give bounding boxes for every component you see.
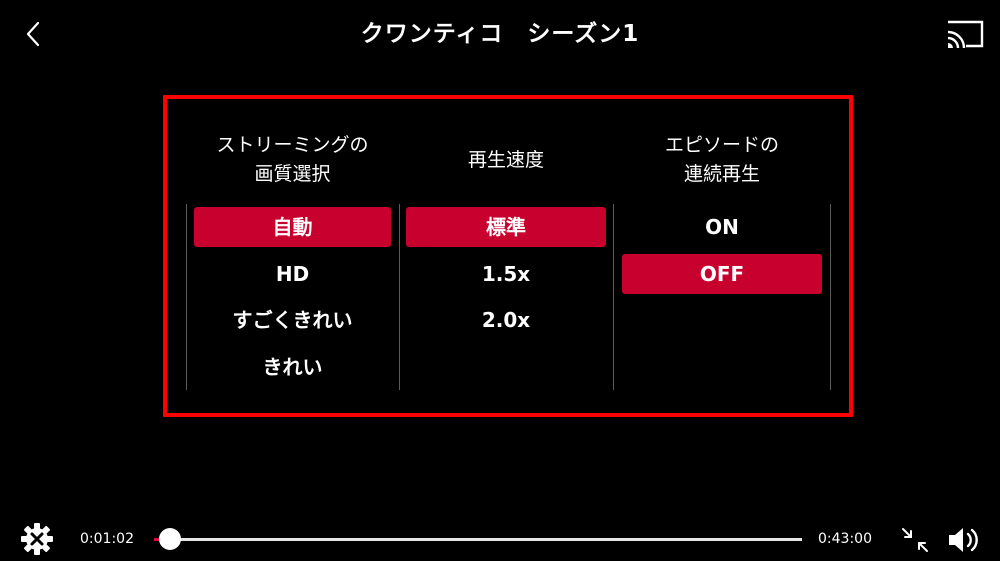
exit-fullscreen-icon: [902, 528, 928, 552]
speed-header: 再生速度: [467, 149, 544, 171]
cast-button[interactable]: [944, 14, 988, 54]
video-player-screen: クワンティコ シーズン1 ストリーミングの 画質選択 自動 HD すごくきれい きれい…: [0, 0, 1000, 561]
autoplay-option[interactable]: ON: [622, 207, 822, 247]
settings-close-button[interactable]: [20, 522, 54, 556]
autoplay-column: エピソードの 連続再生 ON OFF: [614, 99, 830, 413]
page-title: クワンティコ シーズン1: [360, 21, 640, 47]
speed-option[interactable]: 2.0x: [406, 300, 606, 340]
autoplay-header: エピソードの 連続再生: [664, 134, 779, 185]
quality-header: ストリーミングの 画質選択: [216, 134, 369, 185]
quality-option[interactable]: 自動: [194, 207, 391, 247]
divider: [830, 204, 831, 390]
gear-close-icon: [21, 523, 53, 555]
playback-settings-panel: ストリーミングの 画質選択 自動 HD すごくきれい きれい 再生速度 標準 1.5x 2…: [163, 95, 853, 417]
seek-thumb[interactable]: [158, 528, 181, 550]
cast-icon: [947, 20, 984, 49]
exit-fullscreen-button[interactable]: [900, 526, 930, 554]
speed-column: 再生速度 標準 1.5x 2.0x: [400, 99, 612, 413]
current-time: 0:01:02: [80, 531, 134, 547]
quality-option[interactable]: きれい: [194, 347, 391, 387]
quality-option[interactable]: すごくきれい: [194, 300, 391, 340]
seek-bar[interactable]: [154, 528, 802, 550]
speaker-icon: [949, 528, 978, 552]
autoplay-option[interactable]: OFF: [622, 253, 822, 294]
speed-option[interactable]: 標準: [406, 207, 606, 247]
volume-button[interactable]: [945, 524, 983, 556]
quality-column: ストリーミングの 画質選択 自動 HD すごくきれい きれい: [187, 99, 398, 413]
speed-option[interactable]: 1.5x: [406, 254, 606, 294]
total-time: 0:43:00: [818, 531, 872, 547]
divider: [186, 204, 187, 390]
quality-option[interactable]: HD: [194, 254, 391, 294]
